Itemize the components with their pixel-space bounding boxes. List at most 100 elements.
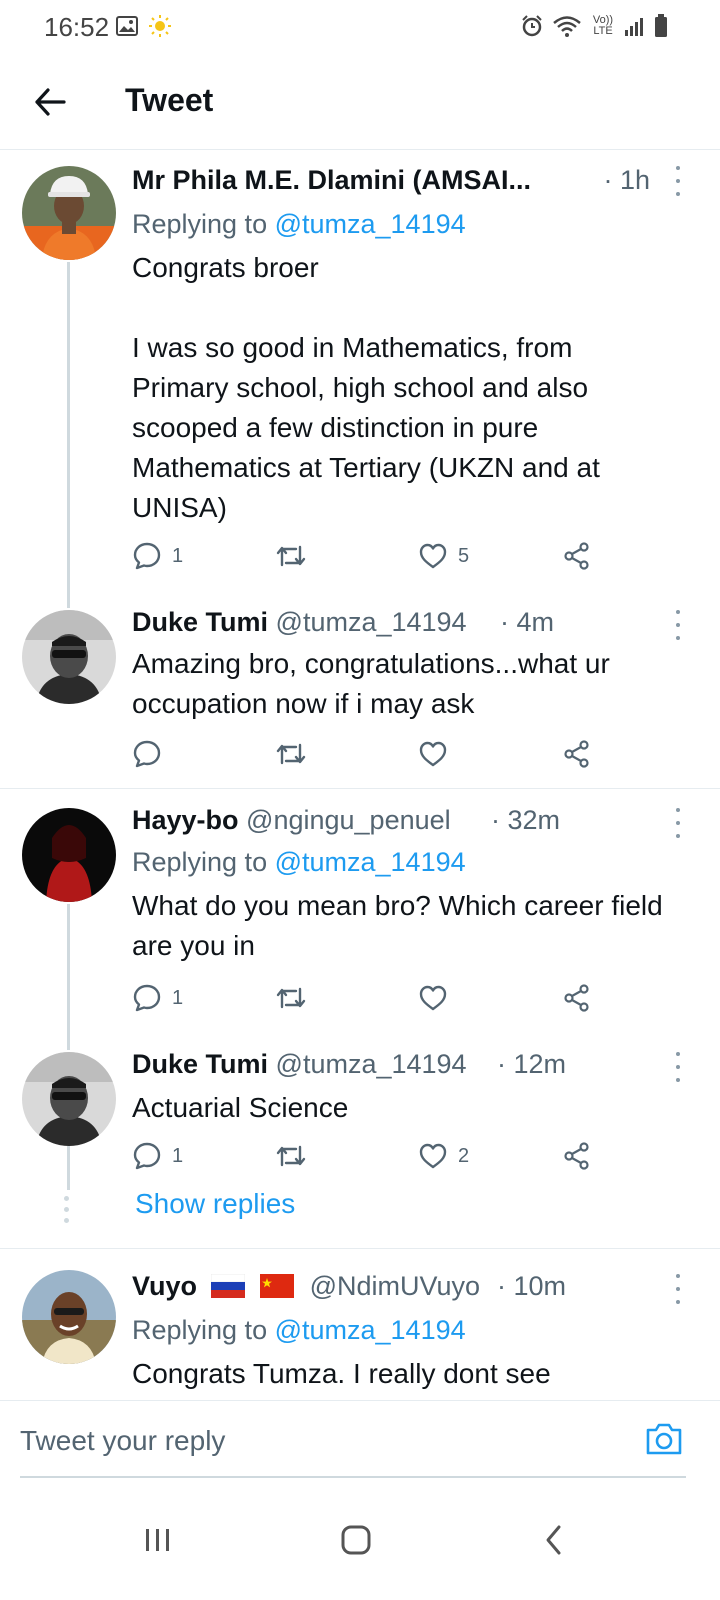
retweet-button[interactable] [274,538,308,574]
recents-icon [146,1529,169,1551]
share-button[interactable] [562,980,592,1016]
avatar[interactable] [22,1052,116,1146]
reply-count: 1 [172,1144,184,1167]
gallery-icon [116,16,138,36]
heart-icon [419,1143,447,1169]
tweet-actions: 1 [132,980,612,1016]
like-button[interactable] [418,980,448,1016]
arrow-left-icon [35,88,66,116]
mention-link[interactable]: @tumza_14194 [275,209,466,239]
system-nav-bar [0,1480,720,1600]
like-count: 5 [458,544,470,567]
thread-continuation-dots [64,1196,69,1223]
tweet-actions [132,736,612,772]
like-button[interactable]: 2 [418,1138,469,1174]
more-options-button[interactable] [670,610,686,640]
tweet-time[interactable]: · 1h [603,162,650,198]
more-options-button[interactable] [670,1052,686,1082]
tweet-time[interactable]: · 12m [497,1046,566,1082]
tweet-text: Actuarial Science [132,1092,349,1123]
replying-to: Replying to @tumza_14194 [132,1312,660,1348]
retweet-icon [276,545,306,567]
replying-label: Replying to [132,209,275,239]
author-handle[interactable]: @tumza_14194 [276,1049,467,1079]
reply-button[interactable]: 1 [132,980,183,1016]
share-icon [564,542,589,570]
tweet-text: Congrats broer I was so good in Mathemat… [132,252,600,523]
avatar[interactable] [22,1270,116,1364]
like-button[interactable] [418,736,448,772]
show-replies-link[interactable]: Show replies [135,1188,295,1220]
mention-link[interactable]: @tumza_14194 [275,1315,466,1345]
tweet-time[interactable]: · 4m [500,604,554,640]
russia-flag-icon [210,1274,245,1298]
divider [0,1248,720,1249]
alarm-icon [522,15,542,37]
back-icon [546,1525,561,1555]
retweet-button[interactable] [274,1138,308,1174]
heart-icon [419,543,447,569]
retweet-icon [276,743,306,765]
author-handle[interactable]: @ngingu_penuel [246,805,451,835]
author-handle[interactable]: @tumza_14194 [276,607,467,637]
tweet-time[interactable]: · 32m [491,802,560,838]
tweet-actions: 1 2 [132,1138,612,1174]
tweet-text: Congrats Tumza. I really dont see [132,1358,551,1389]
back-button[interactable] [28,80,72,124]
replying-label: Replying to [132,847,275,877]
author-name[interactable]: Mr Phila M.E. Dlamini (AMSAI... [132,165,531,195]
author-name[interactable]: Vuyo [132,1271,197,1301]
like-count: 2 [458,1144,470,1167]
tweet[interactable]: Vuyo @NdimUVuyo · 10m Replying to @tumza… [0,1262,720,1398]
china-flag-icon [260,1274,295,1298]
status-time: 16:52 [44,12,110,42]
author-handle[interactable]: @NdimUVuyo [310,1271,480,1301]
replying-to: Replying to @tumza_14194 [132,206,660,242]
share-button[interactable] [562,1138,592,1174]
comment-icon [133,740,161,768]
share-icon [564,740,589,768]
page-title: Tweet [125,82,214,118]
share-button[interactable] [562,736,592,772]
share-icon [564,1142,589,1170]
heart-icon [419,985,447,1011]
more-options-button[interactable] [670,1274,686,1304]
system-back-button[interactable] [524,1510,584,1570]
status-bar: 16:52 Vo)) LTE [0,0,720,56]
recents-button[interactable] [128,1510,188,1570]
sun-icon [149,15,171,37]
reply-count: 1 [172,986,184,1009]
reply-button[interactable]: 1 [132,1138,183,1174]
share-icon [564,984,589,1012]
signal-icon [625,18,643,36]
home-button[interactable] [326,1510,386,1570]
camera-button[interactable] [644,1421,684,1461]
avatar[interactable] [22,808,116,902]
replying-to: Replying to @tumza_14194 [132,844,660,880]
tweet-time[interactable]: · 10m [497,1268,566,1304]
reply-input[interactable] [20,1413,620,1469]
camera-icon [646,1423,682,1455]
heart-icon [419,741,447,767]
tweet-text: What do you mean bro? Which career field… [132,890,663,961]
author-name[interactable]: Hayy-bo [132,805,239,835]
retweet-icon [276,1145,306,1167]
author-name[interactable]: Duke Tumi [132,607,268,637]
retweet-button[interactable] [274,980,308,1016]
share-button[interactable] [562,538,592,574]
reply-button[interactable]: 1 [132,538,183,574]
comment-icon [133,1142,161,1170]
tweet[interactable]: Mr Phila M.E. Dlamini (AMSAI... · 1h Rep… [0,150,720,590]
home-icon [341,1525,371,1555]
avatar[interactable] [22,166,116,260]
mention-link[interactable]: @tumza_14194 [275,847,466,877]
comment-icon [133,984,161,1012]
like-button[interactable]: 5 [418,538,469,574]
retweet-icon [276,987,306,1009]
author-name[interactable]: Duke Tumi [132,1049,268,1079]
reply-button[interactable] [132,736,162,772]
more-options-button[interactable] [670,166,686,196]
avatar[interactable] [22,610,116,704]
more-options-button[interactable] [670,808,686,838]
retweet-button[interactable] [274,736,308,772]
